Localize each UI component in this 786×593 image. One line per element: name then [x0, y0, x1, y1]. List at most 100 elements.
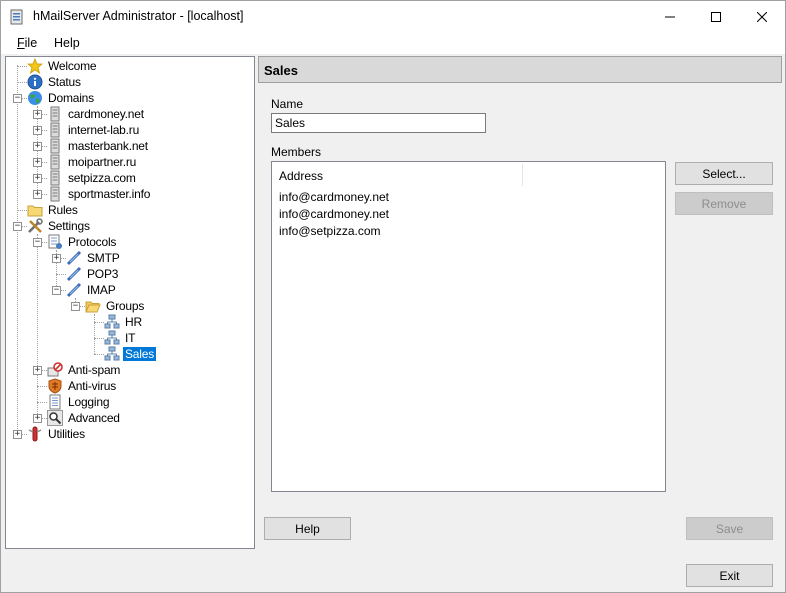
navigation-tree[interactable]: Welcome Status − Domains + cardmoney.net… [5, 56, 255, 549]
close-button[interactable] [739, 1, 785, 32]
tree-item-pop3[interactable]: POP3 [66, 266, 120, 282]
tree-item-logging[interactable]: Logging [47, 394, 111, 410]
log-icon [49, 394, 61, 410]
list-item[interactable]: info@cardmoney.net [279, 207, 389, 224]
app-window: hMailServer Administrator - [localhost] … [0, 0, 786, 593]
collapse-toggle[interactable]: − [13, 94, 22, 103]
expand-toggle[interactable]: + [33, 174, 42, 183]
tree-item-group[interactable]: IT [104, 330, 137, 346]
menu-bar: File Help [1, 32, 785, 54]
tree-item-advanced[interactable]: Advanced [47, 410, 122, 426]
tree-item-welcome[interactable]: Welcome [27, 58, 98, 74]
tree-item-domain[interactable]: masterbank.net [47, 138, 150, 154]
title-bar[interactable]: hMailServer Administrator - [localhost] [1, 1, 785, 32]
tree-label: Settings [48, 219, 90, 233]
connection-icon [66, 250, 82, 266]
tree-item-domains[interactable]: Domains [27, 90, 96, 106]
expand-toggle[interactable]: + [33, 414, 42, 423]
tree-label: IMAP [87, 283, 116, 297]
window-title: hMailServer Administrator - [localhost] [33, 9, 244, 23]
list-item[interactable]: info@cardmoney.net [279, 190, 389, 207]
column-header-address[interactable]: Address [279, 169, 323, 183]
collapse-toggle[interactable]: − [13, 222, 22, 231]
tree-label: Protocols [68, 235, 117, 249]
help-button-label: Help [295, 521, 320, 536]
remove-button-label: Remove [701, 196, 747, 211]
tree-item-antispam[interactable]: Anti-spam [47, 362, 122, 378]
tree-item-domain[interactable]: internet-lab.ru [47, 122, 141, 138]
app-icon [10, 9, 23, 25]
collapse-toggle[interactable]: − [52, 286, 61, 295]
tree-item-rules[interactable]: Rules [27, 202, 80, 218]
folder-icon [27, 205, 43, 217]
tree-label: SMTP [87, 251, 120, 265]
tools-icon [28, 218, 43, 233]
list-item[interactable]: info@setpizza.com [279, 224, 381, 241]
expand-toggle[interactable]: + [52, 254, 61, 263]
expand-toggle[interactable]: + [33, 366, 42, 375]
tree-label: HR [125, 315, 142, 329]
server-icon [50, 186, 60, 202]
save-button[interactable]: Save [686, 517, 773, 540]
select-button[interactable]: Select... [675, 162, 773, 185]
expand-toggle[interactable]: + [33, 142, 42, 151]
antivirus-icon [48, 378, 62, 394]
collapse-toggle[interactable]: − [33, 238, 42, 247]
tree-label: IT [125, 331, 136, 345]
name-field[interactable] [271, 113, 486, 133]
globe-icon [28, 91, 42, 105]
exit-button-label: Exit [719, 568, 740, 583]
page-header: Sales [258, 56, 782, 83]
connection-icon [66, 266, 82, 282]
tree-label: Rules [48, 203, 78, 217]
tree-item-group[interactable]: HR [104, 314, 144, 330]
tree-item-settings[interactable]: Settings [27, 218, 92, 234]
page-title: Sales [264, 63, 298, 78]
utilities-icon [28, 426, 42, 442]
help-button[interactable]: Help [264, 517, 351, 540]
members-label: Members [271, 145, 322, 159]
tree-label: Sales [123, 347, 157, 361]
tree-item-smtp[interactable]: SMTP [66, 250, 122, 266]
tree-item-antivirus[interactable]: Anti-virus [47, 378, 118, 394]
tree-item-protocols[interactable]: Protocols [47, 234, 118, 250]
menu-help[interactable]: Help [54, 36, 80, 50]
remove-button[interactable]: Remove [675, 192, 773, 215]
name-label: Name [271, 97, 304, 111]
tree-label: masterbank.net [68, 139, 148, 153]
info-icon [27, 74, 43, 90]
tree-item-utilities[interactable]: Utilities [27, 426, 87, 442]
server-icon [50, 154, 60, 170]
tree-item-status[interactable]: Status [27, 74, 83, 90]
exit-button[interactable]: Exit [686, 564, 773, 587]
tree-label: POP3 [87, 267, 119, 281]
expand-toggle[interactable]: + [13, 430, 22, 439]
expand-toggle[interactable]: + [33, 110, 42, 119]
tree-item-domain[interactable]: sportmaster.info [47, 186, 152, 202]
tree-label: Utilities [48, 427, 85, 441]
members-list[interactable]: Address info@cardmoney.net info@cardmone… [271, 161, 666, 492]
group-icon [104, 314, 120, 329]
tree-item-domain[interactable]: setpizza.com [47, 170, 138, 186]
tree-item-imap[interactable]: IMAP [66, 282, 118, 298]
menu-file[interactable]: File [17, 36, 37, 50]
tree-label: internet-lab.ru [68, 123, 140, 137]
document-icon [48, 234, 62, 249]
maximize-button[interactable] [693, 1, 739, 32]
expand-toggle[interactable]: + [33, 158, 42, 167]
collapse-toggle[interactable]: − [71, 302, 80, 311]
minimize-button[interactable] [647, 1, 693, 32]
tree-item-groups[interactable]: Groups [85, 298, 146, 314]
select-button-label: Select... [702, 166, 746, 181]
minimize-icon [665, 16, 675, 17]
column-separator[interactable] [522, 164, 523, 186]
tree-item-group-selected[interactable]: Sales [104, 346, 157, 362]
tree-label: cardmoney.net [68, 107, 144, 121]
star-icon [27, 58, 43, 74]
list-header: Address [272, 162, 665, 188]
expand-toggle[interactable]: + [33, 190, 42, 199]
tree-item-domain[interactable]: cardmoney.net [47, 106, 146, 122]
menu-file-mnemonic: F [17, 36, 25, 50]
expand-toggle[interactable]: + [33, 126, 42, 135]
tree-item-domain[interactable]: moipartner.ru [47, 154, 138, 170]
